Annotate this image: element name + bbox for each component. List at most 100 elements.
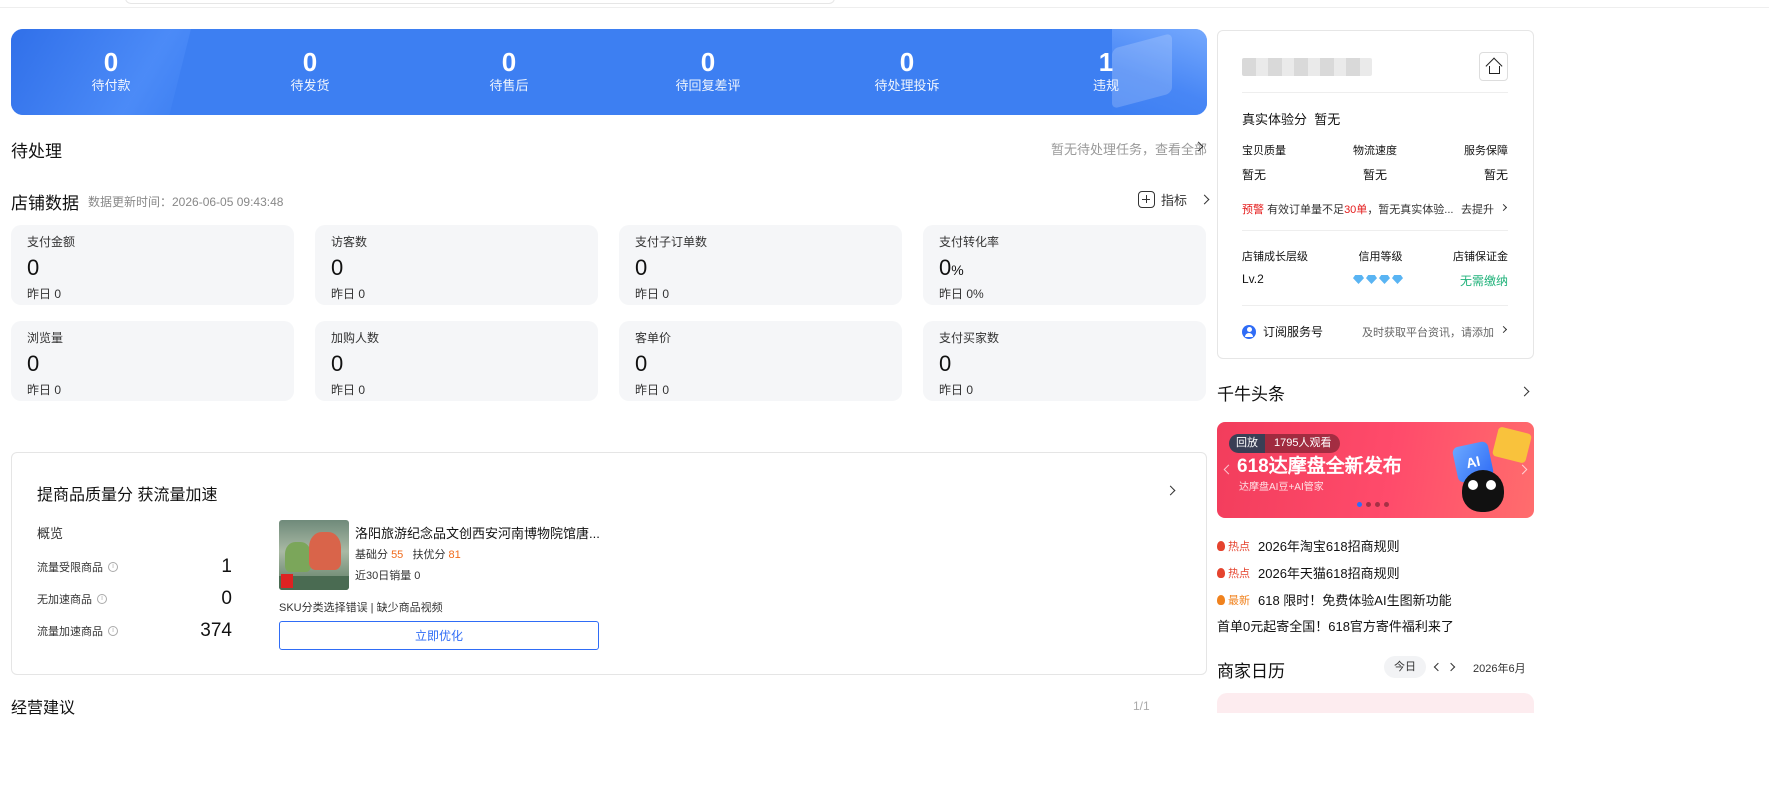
quality-row-boosted[interactable]: 流量加速商品 i 374 <box>37 620 232 642</box>
metric-card-sub-orders[interactable]: 支付子订单数 0 昨日 0 <box>619 225 902 305</box>
info-icon[interactable]: i <box>108 562 118 572</box>
new-tag: 最新 <box>1217 592 1250 608</box>
info-icon[interactable]: i <box>97 594 107 604</box>
top-search-strip <box>0 0 1769 8</box>
product-issues: SKU分类选择错误 | 缺少商品视频 <box>279 602 443 614</box>
info-icon[interactable]: i <box>108 626 118 636</box>
metric-label: 支付买家数 <box>939 331 1000 345</box>
news-item[interactable]: 最新 618 限时！免费体验AI生图新功能 <box>1217 590 1452 609</box>
order-stats-banner: 0 待付款 0 待发货 0 待售后 0 待回复差评 0 待处理投诉 1 违规 <box>11 29 1207 115</box>
shop-home-button[interactable] <box>1479 52 1508 81</box>
stat-label: 待处理投诉 <box>874 78 940 93</box>
credit-diamonds[interactable] <box>1353 275 1405 284</box>
calendar-event-card[interactable] <box>1217 693 1534 713</box>
subscribe-service-row[interactable]: 订阅服务号 及时获取平台资讯，请添加 <box>1242 323 1508 340</box>
overview-label: 概览 <box>37 526 64 541</box>
metric-card-buyers[interactable]: 支付买家数 0 昨日 0 <box>923 321 1206 401</box>
dim-label: 物流速度 <box>1353 145 1397 157</box>
promo-banner[interactable]: AI 回放 1795人观看 618达摩盘全新发布 达摩盘AI豆+AI管家 <box>1217 422 1534 518</box>
carousel-dots[interactable] <box>1357 502 1393 507</box>
chevron-right-icon[interactable] <box>1446 662 1456 672</box>
improve-link[interactable]: 去提升 <box>1461 201 1494 217</box>
stat-pending-shipment[interactable]: 0 待发货 <box>210 47 410 95</box>
news-text: 2026年淘宝618招商规则 <box>1258 539 1400 554</box>
metric-label: 客单价 <box>635 331 672 345</box>
figurine-shape <box>285 542 311 572</box>
advice-pager[interactable]: 1/1 <box>1133 699 1150 713</box>
metric-value: 0 <box>635 351 648 376</box>
metric-label: 浏览量 <box>27 331 64 345</box>
shop-data-title: 店铺数据 <box>11 194 79 213</box>
stat-label: 待回复差评 <box>675 78 741 93</box>
product-scores: 基础分 55 扶优分 81 <box>355 549 461 561</box>
news-item[interactable]: 热点 2026年淘宝618招商规则 <box>1217 536 1400 555</box>
level-label: 信用等级 <box>1358 251 1403 263</box>
chevron-right-icon[interactable] <box>1517 464 1528 475</box>
stat-pending-reply[interactable]: 0 待回复差评 <box>608 47 808 95</box>
quality-row-limited[interactable]: 流量受限商品 i 1 <box>37 556 232 578</box>
divider <box>1242 92 1508 93</box>
user-icon <box>1242 324 1256 339</box>
metric-card-pay-amount[interactable]: 支付金额 0 昨日 0 <box>11 225 294 305</box>
subscribe-hint: 及时获取平台资讯，请添加 <box>1362 326 1494 339</box>
stat-value: 0 <box>501 47 517 77</box>
metric-card-page-views[interactable]: 浏览量 0 昨日 0 <box>11 321 294 401</box>
stat-value: 0 <box>302 47 318 77</box>
metric-card-avg-order[interactable]: 客单价 0 昨日 0 <box>619 321 902 401</box>
product-thumbnail[interactable] <box>279 520 349 590</box>
level-label: 店铺保证金 <box>1453 251 1508 263</box>
diamond-icon <box>1379 275 1390 284</box>
stat-value: 1 <box>1098 47 1114 77</box>
quality-title: 提商品质量分 获流量加速 <box>37 487 218 504</box>
product-name[interactable]: 洛阳旅游纪念品文创西安河南博物院馆唐... <box>355 523 600 542</box>
metric-yesterday: 昨日 0 <box>635 383 670 397</box>
metric-yesterday: 昨日 0% <box>939 287 984 301</box>
news-item[interactable]: 热点 2026年天猫618招商规则 <box>1217 563 1400 582</box>
news-item[interactable]: 首单0元起寄全国！618官方寄件福利来了 <box>1217 616 1454 635</box>
metric-label: 支付金额 <box>27 235 76 249</box>
dim-label: 宝贝质量 <box>1242 145 1286 157</box>
warning-tag: 预警 <box>1242 204 1264 216</box>
level-labels: 店铺成长层级 信用等级 店铺保证金 <box>1242 248 1508 264</box>
pending-view-all-link[interactable]: 暂无待处理任务，查看全部 <box>1051 139 1207 158</box>
optimize-now-button[interactable]: 立即优化 <box>279 621 599 650</box>
stat-pending-complaint[interactable]: 0 待处理投诉 <box>807 47 1007 95</box>
metric-label: 支付转化率 <box>939 235 1000 249</box>
metric-yesterday: 昨日 0 <box>27 383 62 397</box>
pending-link-text: 暂无待处理任务，查看全部 <box>1050 142 1207 157</box>
experience-dimensions: 宝贝质量 物流速度 服务保障 <box>1242 142 1508 158</box>
shop-name-blurred <box>1242 58 1372 76</box>
metric-value: 0 <box>635 255 648 280</box>
figurine-shape <box>309 532 341 570</box>
row-label: 流量加速商品 <box>37 626 103 638</box>
stat-label: 待付款 <box>91 78 131 93</box>
row-value: 0 <box>221 588 232 609</box>
chevron-left-icon[interactable] <box>1433 662 1443 672</box>
deposit-status[interactable]: 无需缴纳 <box>1460 272 1508 289</box>
warning-notice[interactable]: 预警 有效订单量不足30单，暂无真实体验... 去提升 <box>1242 201 1508 217</box>
metric-yesterday: 昨日 0 <box>635 287 670 301</box>
stat-label: 待发货 <box>290 78 330 93</box>
stat-value: 0 <box>700 47 716 77</box>
today-button[interactable]: 今日 <box>1384 656 1426 678</box>
dim-label: 服务保障 <box>1464 145 1508 157</box>
quality-row-no-boost[interactable]: 无加速商品 i 0 <box>37 588 232 610</box>
gift-box-decoration <box>1491 426 1533 464</box>
stat-violations[interactable]: 1 违规 <box>1006 47 1206 95</box>
chevron-left-icon[interactable] <box>1223 464 1234 475</box>
promo-headline: 618达摩盘全新发布 <box>1237 456 1402 477</box>
chevron-right-icon[interactable] <box>1165 485 1176 496</box>
real-experience-score: 真实体验分 暂无 <box>1242 112 1341 127</box>
growth-level[interactable]: Lv.2 <box>1242 272 1264 286</box>
dim-value: 暂无 <box>1242 168 1267 182</box>
metric-card-visitors[interactable]: 访客数 0 昨日 0 <box>315 225 598 305</box>
metric-card-add-cart[interactable]: 加购人数 0 昨日 0 <box>315 321 598 401</box>
metrics-button[interactable]: 指标 <box>1138 190 1210 209</box>
diamond-icon <box>1366 275 1377 284</box>
metric-card-conversion[interactable]: 支付转化率 0% 昨日 0% <box>923 225 1206 305</box>
stat-pending-aftersale[interactable]: 0 待售后 <box>409 47 609 95</box>
metric-value: 0 <box>27 255 40 280</box>
chevron-right-icon[interactable] <box>1519 386 1530 397</box>
stat-pending-payment[interactable]: 0 待付款 <box>11 47 211 95</box>
news-text: 首单0元起寄全国！618官方寄件福利来了 <box>1217 619 1454 634</box>
